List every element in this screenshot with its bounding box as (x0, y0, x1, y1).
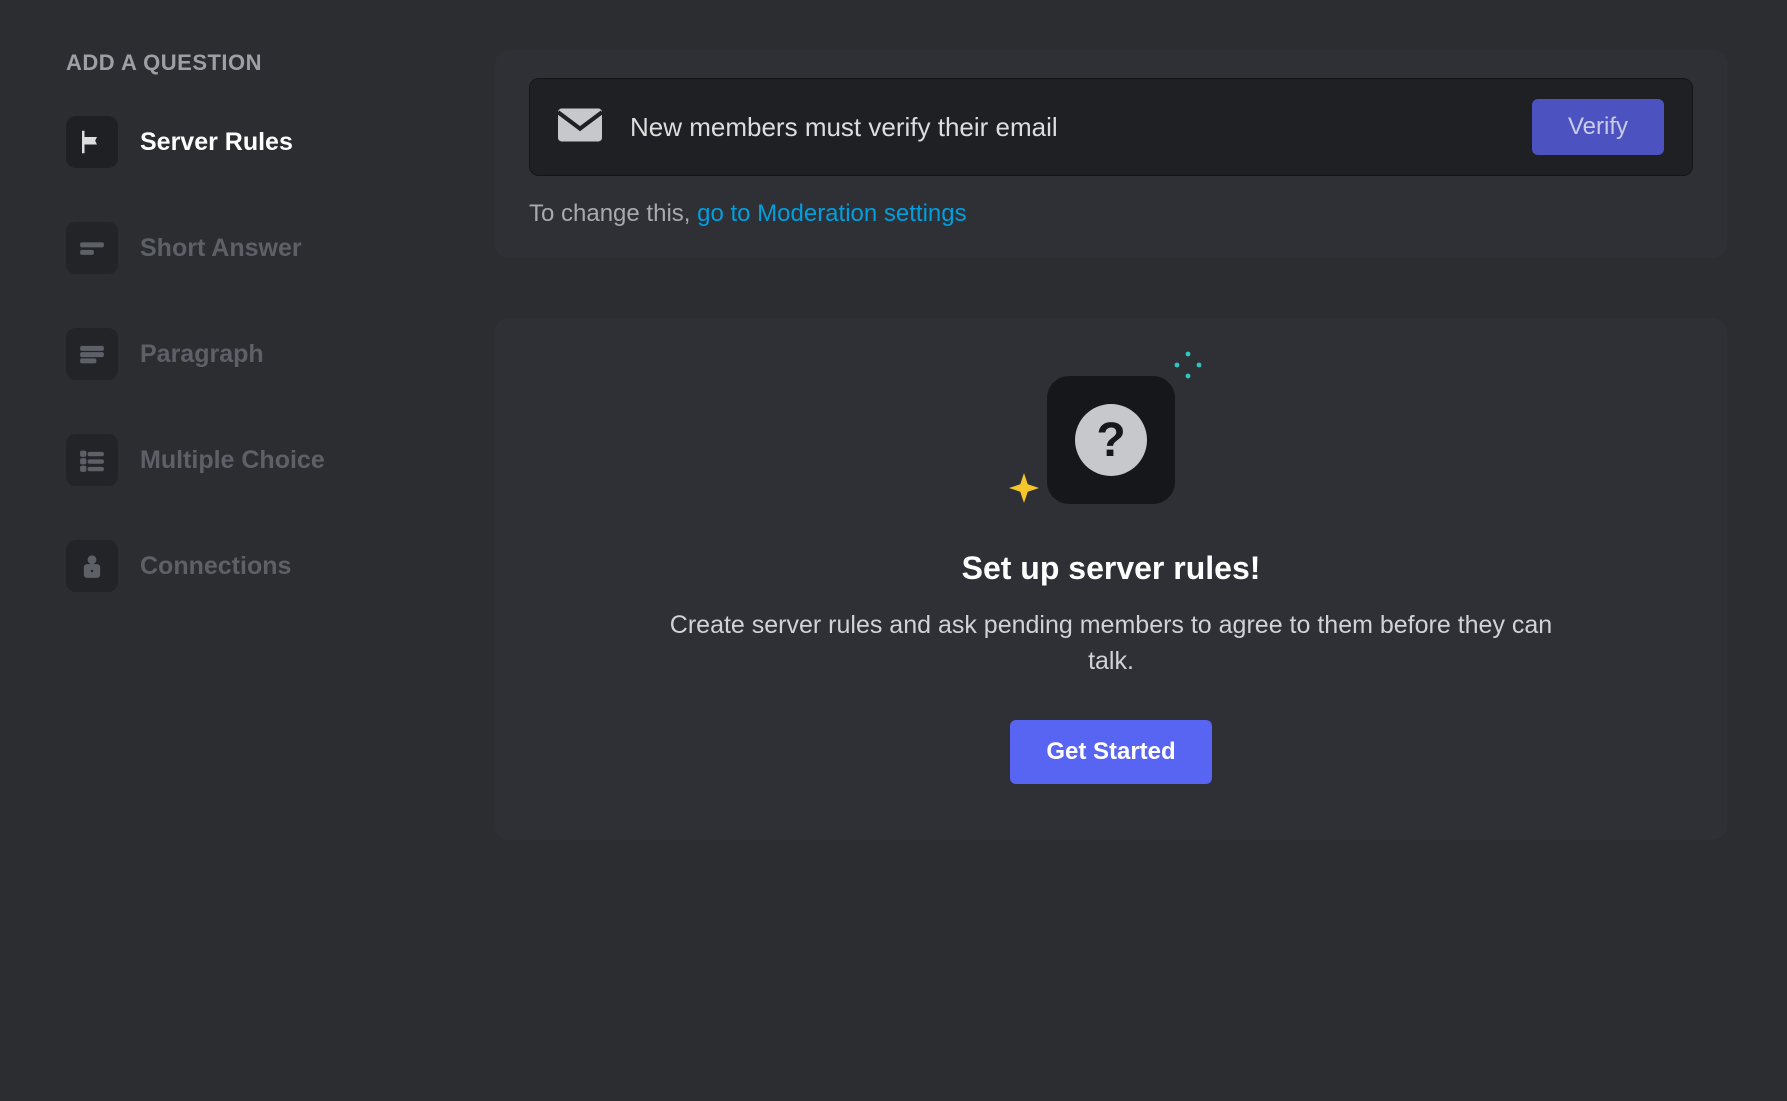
sparkle-star-icon (1009, 473, 1039, 508)
sidebar-item-connections[interactable]: Connections (60, 532, 455, 600)
verify-hint: To change this, go to Moderation setting… (529, 200, 1693, 228)
sparkle-dots-icon (1173, 350, 1203, 385)
question-box-icon: ? (1047, 376, 1175, 504)
connections-icon (66, 540, 118, 592)
sidebar-item-label: Multiple Choice (140, 446, 325, 475)
mail-icon (558, 108, 602, 147)
setup-card: ? Set up server rules! Create server rul… (495, 318, 1727, 840)
setup-title: Set up server rules! (529, 550, 1693, 587)
verify-hint-prefix: To change this, (529, 200, 697, 227)
sidebar-item-paragraph[interactable]: Paragraph (60, 320, 455, 388)
sidebar-item-short-answer[interactable]: Short Answer (60, 214, 455, 282)
verify-message: New members must verify their email (630, 112, 1504, 143)
get-started-button[interactable]: Get Started (1010, 720, 1211, 784)
multiple-choice-icon (66, 434, 118, 486)
moderation-settings-link[interactable]: go to Moderation settings (697, 200, 967, 227)
setup-description: Create server rules and ask pending memb… (661, 607, 1561, 680)
paragraph-icon (66, 328, 118, 380)
sidebar-item-label: Connections (140, 552, 291, 581)
sidebar-item-server-rules[interactable]: Server Rules (60, 108, 455, 176)
short-answer-icon (66, 222, 118, 274)
sidebar-title: ADD A QUESTION (60, 50, 455, 76)
sidebar-item-label: Short Answer (140, 234, 302, 263)
sidebar-item-multiple-choice[interactable]: Multiple Choice (60, 426, 455, 494)
verify-row: New members must verify their email Veri… (529, 78, 1693, 176)
verify-button[interactable]: Verify (1532, 99, 1664, 155)
verify-card: New members must verify their email Veri… (495, 50, 1727, 258)
main-content: New members must verify their email Veri… (475, 50, 1727, 1051)
flag-icon (66, 116, 118, 168)
question-mark-icon: ? (1075, 404, 1147, 476)
sidebar-item-label: Paragraph (140, 340, 264, 369)
sidebar: ADD A QUESTION Server Rules Short Answer… (60, 50, 455, 1051)
sidebar-item-label: Server Rules (140, 128, 293, 157)
illustration: ? (1047, 376, 1175, 504)
